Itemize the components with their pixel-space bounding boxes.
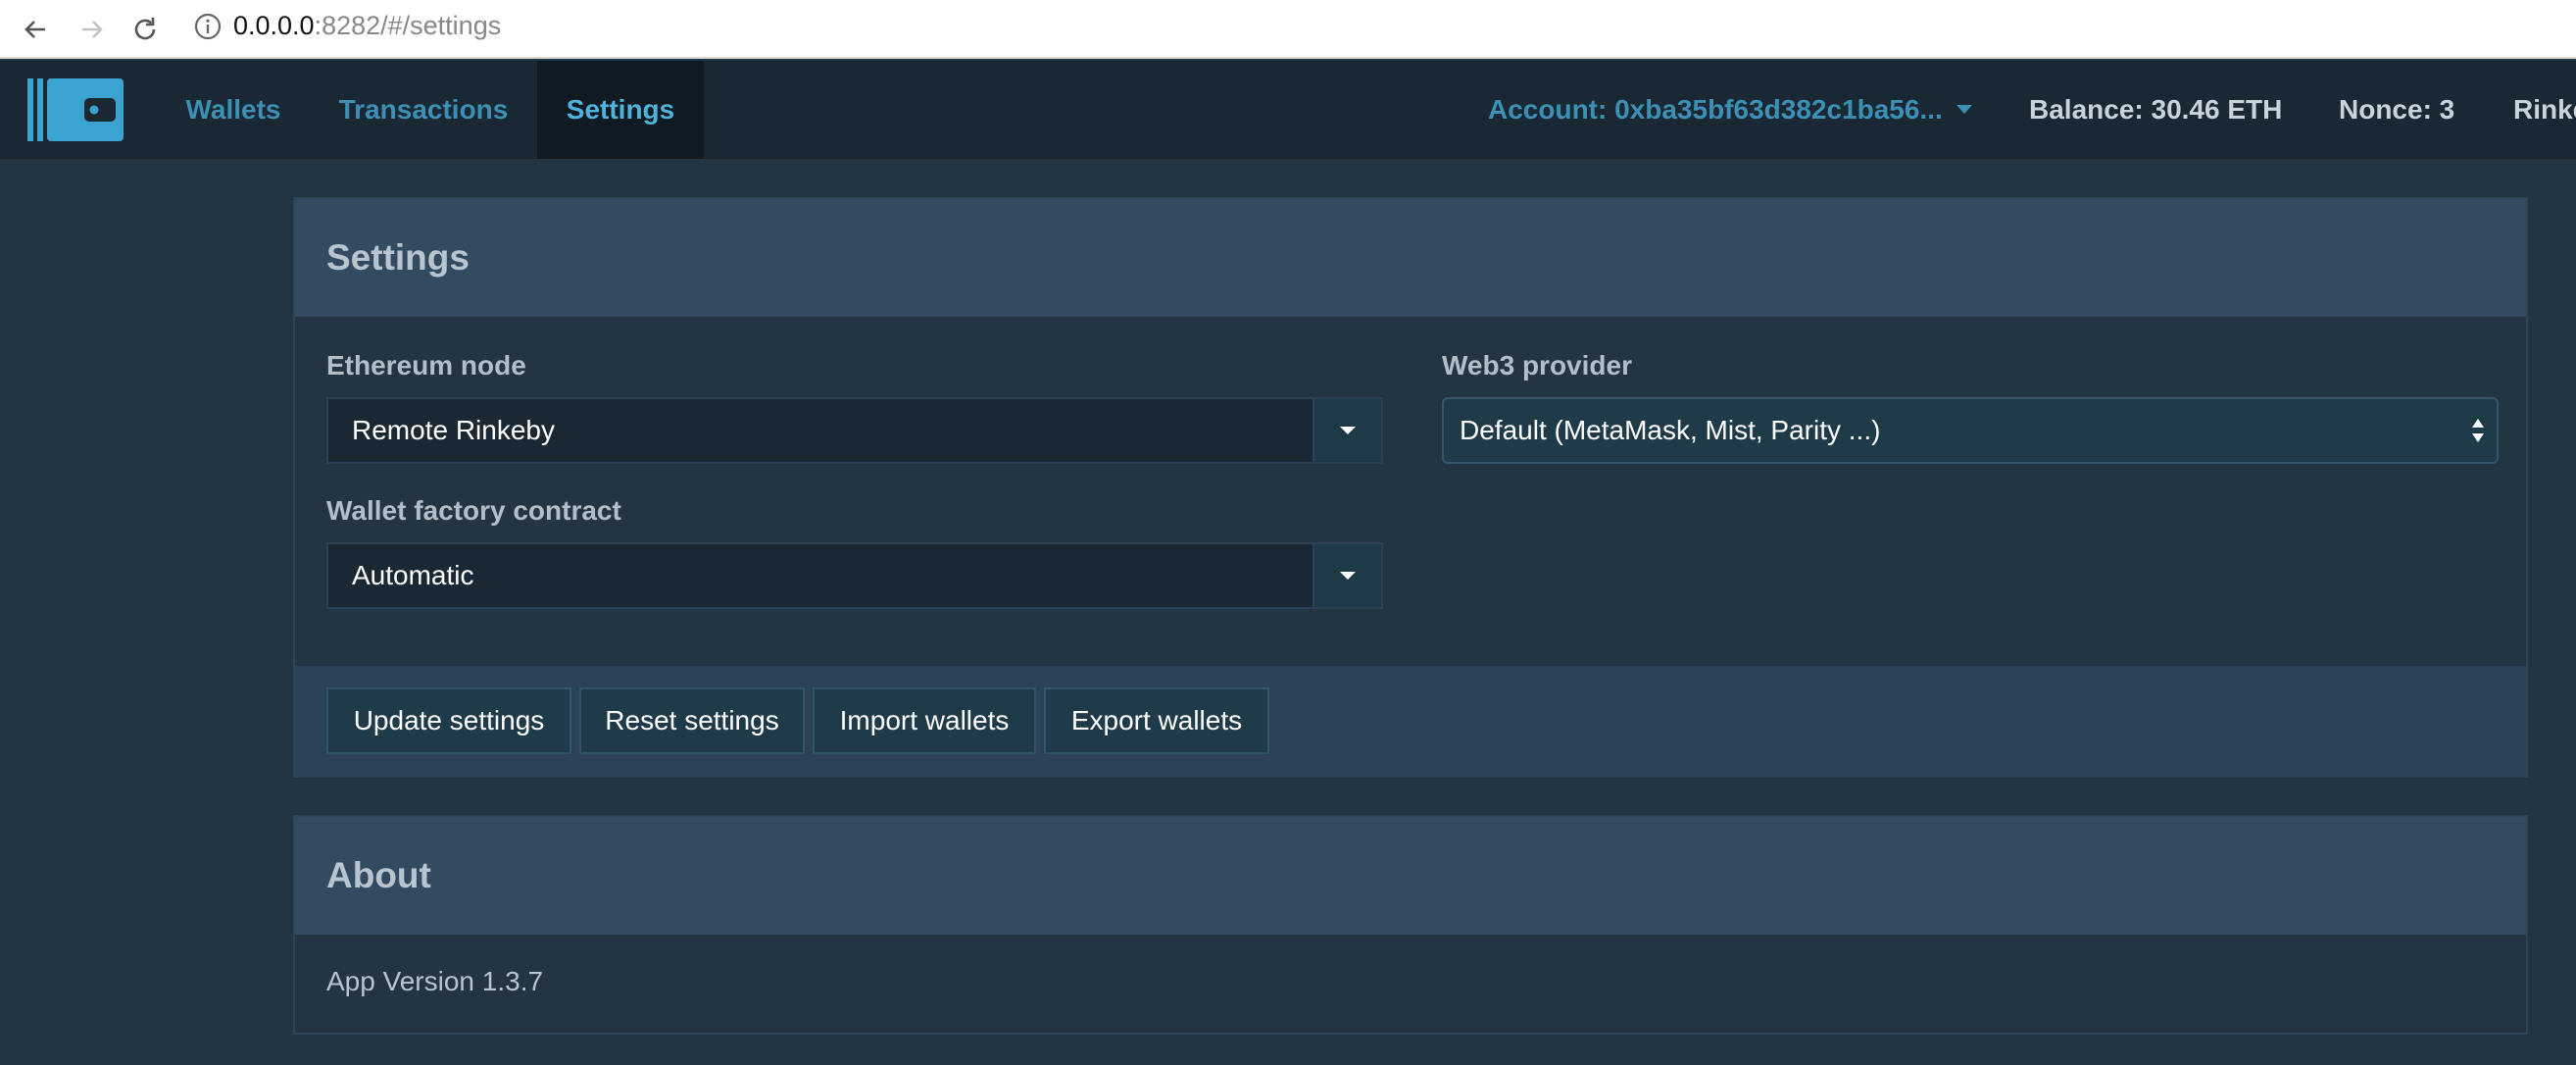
- chevron-down-icon: [1956, 105, 1972, 115]
- address-bar[interactable]: 0.0.0.0:8282/#/settings: [233, 8, 501, 43]
- account-dropdown[interactable]: Account: 0xba35bf63d382c1ba56...: [1488, 61, 1972, 159]
- wallet-factory-value: Automatic: [352, 560, 474, 590]
- wallet-logo-icon[interactable]: [27, 78, 124, 141]
- network-display: Rinke: [2513, 94, 2576, 125]
- settings-panel: Settings Ethereum node Remote Rinkeby We…: [293, 197, 2528, 778]
- browser-toolbar: 0.0.0.0:8282/#/settings: [0, 0, 2576, 59]
- about-body: App Version 1.3.7: [295, 935, 2526, 1033]
- settings-title: Settings: [295, 199, 2526, 317]
- url-host: 0.0.0.0: [233, 11, 315, 40]
- ethereum-node-select[interactable]: Remote Rinkeby: [326, 397, 1383, 464]
- ethereum-node-label: Ethereum node: [326, 350, 526, 380]
- web3-provider-select[interactable]: Default (MetaMask, Mist, Parity ...): [1442, 397, 2499, 464]
- web3-provider-value: Default (MetaMask, Mist, Parity ...): [1460, 415, 1881, 445]
- update-settings-button[interactable]: Update settings: [326, 687, 571, 754]
- reload-icon: [134, 18, 156, 40]
- nav-wallets[interactable]: Wallets: [157, 61, 310, 159]
- nav-settings[interactable]: Settings: [537, 61, 704, 159]
- arrow-left-icon: [25, 21, 45, 38]
- wallet-factory-dropdown-button[interactable]: [1313, 544, 1381, 607]
- settings-actions: Update settings Reset settings Import wa…: [295, 666, 2526, 776]
- about-title: About: [295, 817, 2526, 935]
- export-wallets-button[interactable]: Export wallets: [1044, 687, 1269, 754]
- caret-down-icon: [1340, 572, 1356, 580]
- arrow-right-icon: [82, 21, 103, 38]
- about-panel: About App Version 1.3.7: [293, 815, 2528, 1035]
- ethereum-node-dropdown-button[interactable]: [1313, 399, 1381, 462]
- wallet-factory-label: Wallet factory contract: [326, 495, 621, 526]
- balance-display: Balance: 30.46 ETH: [2029, 94, 2283, 125]
- forward-button[interactable]: [71, 8, 114, 51]
- import-wallets-button[interactable]: Import wallets: [813, 687, 1036, 754]
- nonce-display: Nonce: 3: [2339, 94, 2455, 125]
- reload-button[interactable]: [124, 8, 167, 51]
- ethereum-node-value: Remote Rinkeby: [352, 415, 555, 445]
- wallet-factory-select[interactable]: Automatic: [326, 542, 1383, 609]
- url-path: :8282/#/settings: [314, 11, 502, 40]
- caret-down-icon: [1340, 427, 1356, 434]
- account-label: Account: 0xba35bf63d382c1ba56...: [1488, 94, 1943, 125]
- app-version: App Version 1.3.7: [326, 966, 544, 996]
- web3-provider-label: Web3 provider: [1442, 350, 1632, 380]
- reset-settings-button[interactable]: Reset settings: [579, 687, 805, 754]
- back-button[interactable]: [14, 8, 57, 51]
- nav-transactions[interactable]: Transactions: [310, 61, 537, 159]
- select-arrows-icon: [2472, 419, 2484, 442]
- info-icon[interactable]: [192, 11, 223, 42]
- settings-form: Ethereum node Remote Rinkeby Web3 provid…: [295, 317, 2526, 666]
